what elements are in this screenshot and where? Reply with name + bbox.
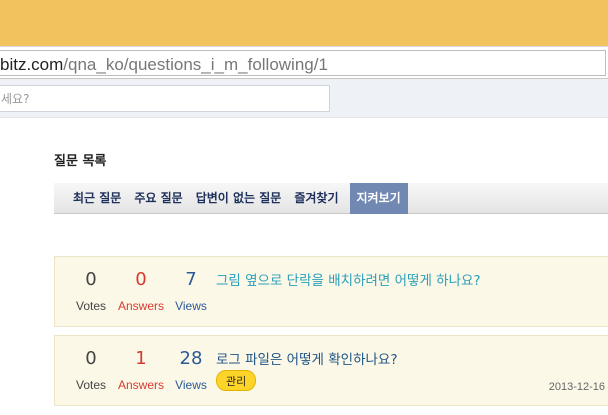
question-date: 2013-12-16 — [548, 381, 605, 393]
search-input[interactable] — [0, 85, 330, 112]
answers-label: Answers — [117, 299, 164, 313]
answers-label: Answers — [117, 378, 164, 392]
question-tabs: 최근 질문 주요 질문 답변이 없는 질문 즐겨찾기 지켜보기 — [54, 183, 608, 214]
votes-stat: 0 Votes — [67, 269, 115, 313]
tag-badge[interactable]: 관리 — [216, 370, 257, 391]
views-count: 7 — [185, 269, 197, 290]
url-field[interactable]: bitz.com/qna_ko/questions_i_m_following/… — [0, 50, 606, 76]
answers-count: 0 — [135, 269, 147, 290]
page-title: 질문 목록 — [54, 154, 107, 169]
url-host: bitz.com — [0, 55, 64, 74]
url-path: /qna_ko/questions_i_m_following/1 — [63, 55, 328, 74]
views-label: Views — [175, 378, 207, 392]
url-text: bitz.com/qna_ko/questions_i_m_following/… — [0, 55, 328, 75]
views-stat: 28 Views — [167, 348, 215, 392]
votes-stat: 0 Votes — [67, 348, 115, 392]
question-card: 0 Votes 0 Answers 7 Views 그림 옆으로 단락을 배치하… — [54, 256, 608, 327]
tab-recent-questions[interactable]: 최근 질문 — [68, 183, 126, 214]
tab-following[interactable]: 지켜보기 — [349, 183, 408, 214]
tab-unanswered-questions[interactable]: 답변이 없는 질문 — [191, 183, 287, 214]
votes-label: Votes — [75, 378, 107, 392]
question-card: 0 Votes 1 Answers 28 Views 로그 파일은 어떻게 확인… — [54, 335, 608, 406]
browser-titlebar — [0, 0, 608, 46]
answers-stat: 0 Answers — [117, 269, 165, 313]
votes-count: 0 — [85, 269, 97, 290]
browser-address-bar: bitz.com/qna_ko/questions_i_m_following/… — [0, 46, 608, 79]
question-title-link[interactable]: 그림 옆으로 단락을 배치하려면 어떻게 하나요? — [216, 269, 481, 289]
views-stat: 7 Views — [167, 269, 215, 313]
answers-count: 1 — [135, 348, 147, 369]
views-count: 28 — [179, 348, 203, 369]
answers-stat: 1 Answers — [117, 348, 165, 392]
tab-favorites[interactable]: 즐겨찾기 — [289, 183, 343, 214]
views-label: Views — [175, 299, 207, 313]
tab-featured-questions[interactable]: 주요 질문 — [129, 183, 187, 214]
votes-count: 0 — [85, 348, 97, 369]
votes-label: Votes — [75, 299, 107, 313]
site-header-bar — [0, 79, 608, 118]
question-title-link[interactable]: 로그 파일은 어떻게 확인하나요? — [216, 348, 398, 368]
